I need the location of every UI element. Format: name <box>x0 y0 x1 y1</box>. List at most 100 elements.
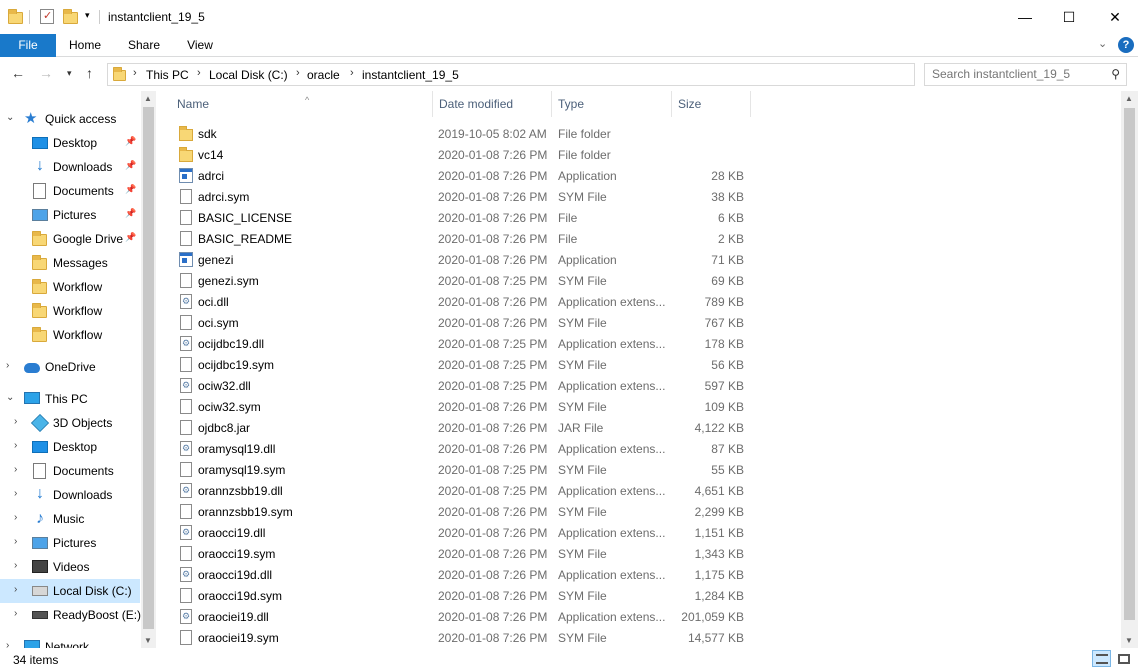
column-header-name[interactable]: Name ^ <box>171 91 433 117</box>
chevron-right-icon[interactable]: › <box>14 512 17 523</box>
nav-desktop[interactable]: › Desktop <box>0 435 140 459</box>
file-row[interactable]: genezi2020-01-08 7:26 PMApplication71 KB <box>163 249 1118 270</box>
nav-downloads[interactable]: ↓ Downloads 📌 <box>0 155 140 179</box>
nav-pictures[interactable]: Pictures 📌 <box>0 203 140 227</box>
column-header-date[interactable]: Date modified <box>433 91 552 117</box>
chevron-right-icon[interactable]: › <box>6 640 9 648</box>
pin-icon[interactable]: 📌 <box>125 184 136 195</box>
tab-file[interactable]: File <box>0 34 56 57</box>
file-row[interactable]: oraocci19.dll2020-01-08 7:26 PMApplicati… <box>163 522 1118 543</box>
nav-this-pc[interactable]: ⌄ This PC <box>0 387 140 411</box>
properties-icon[interactable]: ✓ <box>40 9 54 24</box>
search-icon[interactable]: ⚲ <box>1111 67 1120 81</box>
chevron-right-icon[interactable]: › <box>350 67 354 79</box>
navpane-scrollbar[interactable]: ▲ ▼ <box>141 91 156 648</box>
scroll-up-arrow-icon[interactable]: ▲ <box>144 94 152 103</box>
file-row[interactable]: oci.dll2020-01-08 7:26 PMApplication ext… <box>163 291 1118 312</box>
minimize-button[interactable]: — <box>1002 0 1048 34</box>
nav-documents[interactable]: Documents 📌 <box>0 179 140 203</box>
pin-icon[interactable]: 📌 <box>125 136 136 147</box>
scrollbar-thumb[interactable] <box>143 107 154 629</box>
file-row[interactable]: sdk2019-10-05 8:02 AMFile folder <box>163 123 1118 144</box>
close-button[interactable]: ✕ <box>1092 0 1138 34</box>
chevron-right-icon[interactable]: › <box>14 464 17 475</box>
nav-readyboost-e[interactable]: › ReadyBoost (E:) <box>0 603 140 627</box>
nav-3d-objects[interactable]: › 3D Objects <box>0 411 140 435</box>
nav-documents[interactable]: › Documents <box>0 459 140 483</box>
chevron-right-icon[interactable]: › <box>197 67 201 79</box>
new-folder-icon[interactable] <box>63 9 79 25</box>
nav-downloads[interactable]: › ↓ Downloads <box>0 483 140 507</box>
nav-quick-access[interactable]: ⌄ ★ Quick access <box>0 107 140 131</box>
pin-icon[interactable]: 📌 <box>125 160 136 171</box>
file-row[interactable]: oramysql19.dll2020-01-08 7:26 PMApplicat… <box>163 438 1118 459</box>
file-row[interactable]: orannzsbb19.dll2020-01-08 7:25 PMApplica… <box>163 480 1118 501</box>
nav-onedrive[interactable]: › OneDrive <box>0 355 140 379</box>
breadcrumb-instantclient[interactable]: instantclient_19_5 <box>362 68 459 82</box>
details-view-button[interactable] <box>1092 650 1111 667</box>
scroll-down-arrow-icon[interactable]: ▼ <box>144 636 152 645</box>
file-row[interactable]: orannzsbb19.sym2020-01-08 7:26 PMSYM Fil… <box>163 501 1118 522</box>
maximize-button[interactable]: ☐ <box>1046 0 1092 34</box>
scroll-down-arrow-icon[interactable]: ▼ <box>1125 636 1133 645</box>
file-row[interactable]: ociw32.sym2020-01-08 7:26 PMSYM File109 … <box>163 396 1118 417</box>
help-icon[interactable]: ? <box>1118 37 1134 53</box>
file-row[interactable]: oraociei19.dll2020-01-08 7:26 PMApplicat… <box>163 606 1118 627</box>
file-row[interactable]: oraociei19.sym2020-01-08 7:26 PMSYM File… <box>163 627 1118 648</box>
column-header-size[interactable]: Size <box>672 91 751 117</box>
chevron-right-icon[interactable]: › <box>14 608 17 619</box>
filelist-scrollbar[interactable]: ▲ ▼ <box>1121 91 1138 648</box>
file-row[interactable]: BASIC_LICENSE2020-01-08 7:26 PMFile6 KB <box>163 207 1118 228</box>
file-row[interactable]: vc142020-01-08 7:26 PMFile folder <box>163 144 1118 165</box>
nav-local-disk-c[interactable]: › Local Disk (C:) <box>0 579 140 603</box>
breadcrumb-local-disk[interactable]: Local Disk (C:) <box>209 68 288 82</box>
nav-desktop[interactable]: Desktop 📌 <box>0 131 140 155</box>
file-row[interactable]: oraocci19d.dll2020-01-08 7:26 PMApplicat… <box>163 564 1118 585</box>
file-row[interactable]: oramysql19.sym2020-01-08 7:25 PMSYM File… <box>163 459 1118 480</box>
folder-icon[interactable] <box>8 9 24 25</box>
chevron-right-icon[interactable]: › <box>296 67 300 79</box>
chevron-right-icon[interactable]: › <box>133 67 137 79</box>
chevron-right-icon[interactable]: › <box>14 416 17 427</box>
file-row[interactable]: ocijdbc19.sym2020-01-08 7:25 PMSYM File5… <box>163 354 1118 375</box>
search-box[interactable]: ⚲ <box>924 63 1127 86</box>
forward-button[interactable]: → <box>39 65 53 81</box>
file-row[interactable]: oraocci19d.sym2020-01-08 7:26 PMSYM File… <box>163 585 1118 606</box>
chevron-right-icon[interactable]: › <box>14 440 17 451</box>
large-icons-view-button[interactable] <box>1114 650 1133 667</box>
file-row[interactable]: BASIC_README2020-01-08 7:26 PMFile2 KB <box>163 228 1118 249</box>
file-row[interactable]: ocijdbc19.dll2020-01-08 7:25 PMApplicati… <box>163 333 1118 354</box>
pin-icon[interactable]: 📌 <box>125 208 136 219</box>
file-row[interactable]: adrci.sym2020-01-08 7:26 PMSYM File38 KB <box>163 186 1118 207</box>
nav-workflow[interactable]: Workflow <box>0 323 140 347</box>
breadcrumb-oracle[interactable]: oracle <box>307 68 340 82</box>
column-header-type[interactable]: Type <box>552 91 672 117</box>
file-row[interactable]: oci.sym2020-01-08 7:26 PMSYM File767 KB <box>163 312 1118 333</box>
chevron-right-icon[interactable]: › <box>14 488 17 499</box>
scrollbar-thumb[interactable] <box>1124 108 1135 620</box>
file-row[interactable]: ojdbc8.jar2020-01-08 7:26 PMJAR File4,12… <box>163 417 1118 438</box>
chevron-down-icon[interactable]: ⌄ <box>6 112 14 123</box>
recent-locations-icon[interactable]: ▾ <box>67 68 72 79</box>
file-row[interactable]: ociw32.dll2020-01-08 7:25 PMApplication … <box>163 375 1118 396</box>
search-input[interactable] <box>932 67 1102 81</box>
nav-workflow[interactable]: Workflow <box>0 299 140 323</box>
chevron-right-icon[interactable]: › <box>14 536 17 547</box>
file-row[interactable]: adrci2020-01-08 7:26 PMApplication28 KB <box>163 165 1118 186</box>
nav-google-drive[interactable]: Google Drive 📌 <box>0 227 140 251</box>
scroll-up-arrow-icon[interactable]: ▲ <box>1125 94 1133 103</box>
nav-messages[interactable]: Messages <box>0 251 140 275</box>
file-row[interactable]: genezi.sym2020-01-08 7:25 PMSYM File69 K… <box>163 270 1118 291</box>
chevron-right-icon[interactable]: › <box>14 584 17 595</box>
pin-icon[interactable]: 📌 <box>125 232 136 243</box>
file-row[interactable]: oraocci19.sym2020-01-08 7:26 PMSYM File1… <box>163 543 1118 564</box>
address-bar[interactable]: › This PC › Local Disk (C:) › oracle › i… <box>107 63 915 86</box>
tab-share[interactable]: Share <box>118 34 170 57</box>
nav-music[interactable]: › ♪ Music <box>0 507 140 531</box>
chevron-down-icon[interactable]: ⌄ <box>6 392 14 403</box>
nav-network[interactable]: › Network <box>0 635 140 648</box>
customize-quick-access-icon[interactable]: ▾ <box>85 10 90 21</box>
nav-pictures[interactable]: › Pictures <box>0 531 140 555</box>
chevron-right-icon[interactable]: › <box>14 560 17 571</box>
nav-workflow[interactable]: Workflow <box>0 275 140 299</box>
